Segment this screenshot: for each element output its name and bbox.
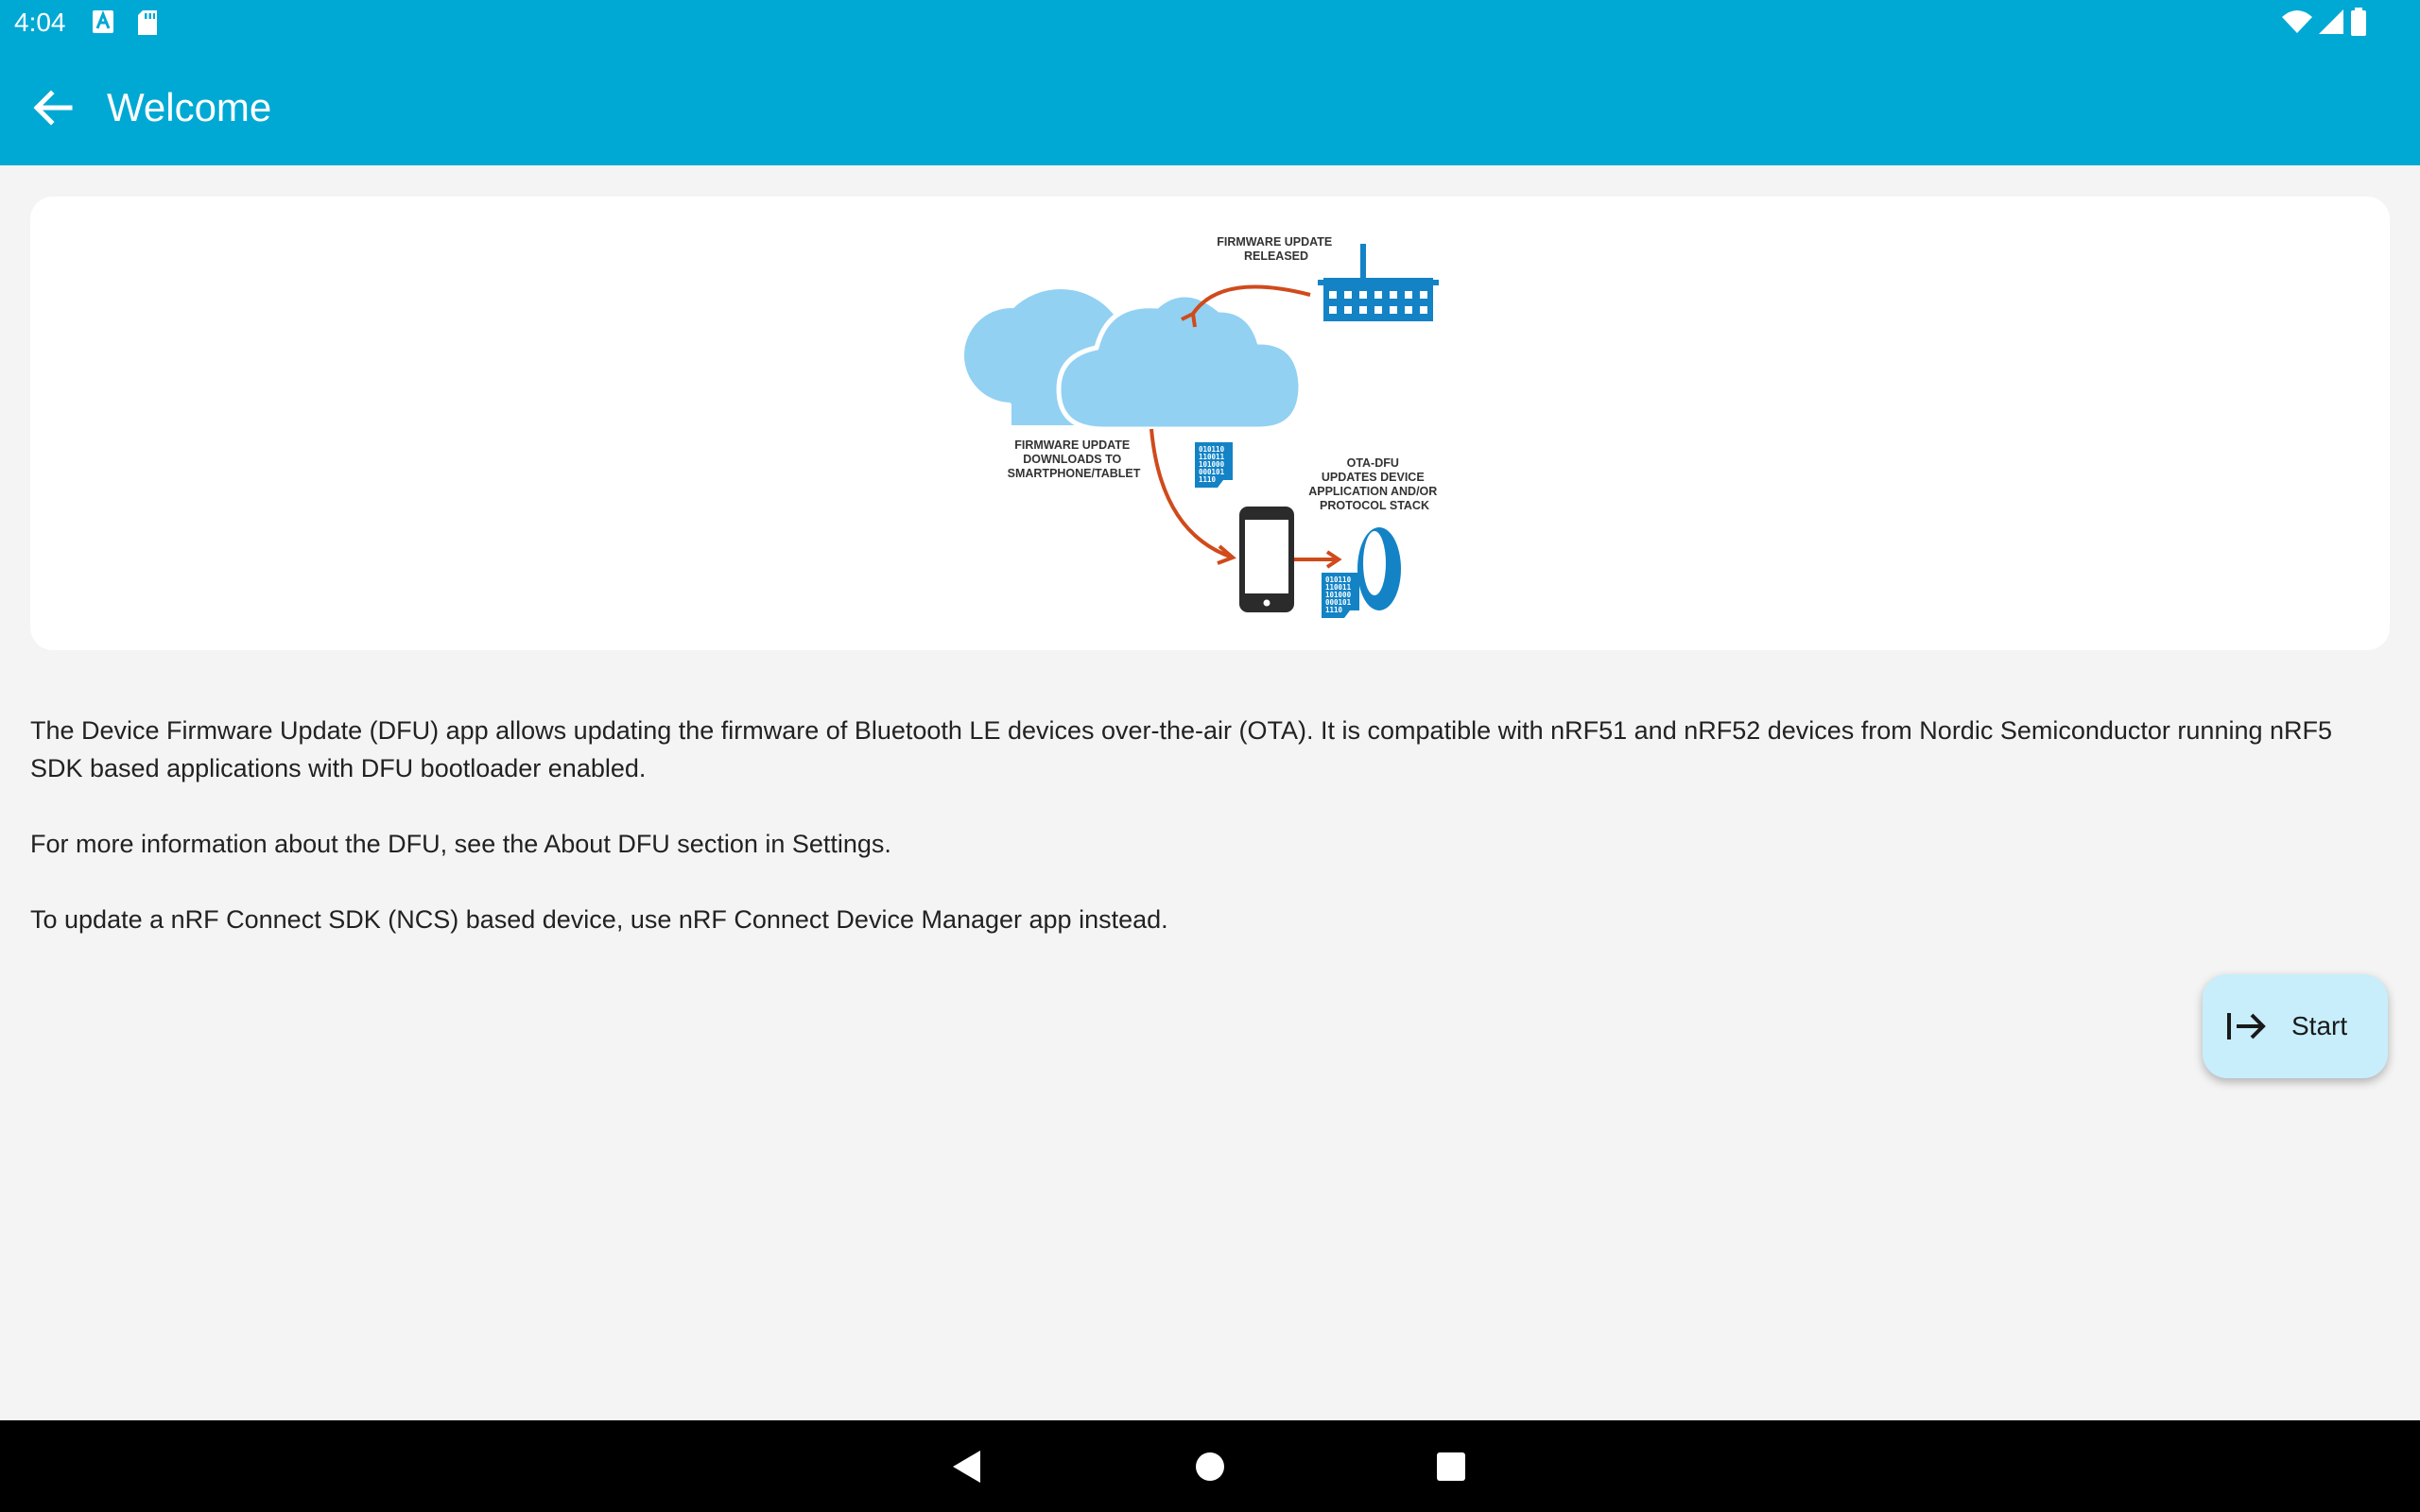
smartphone-icon bbox=[1239, 507, 1294, 612]
a-badge-icon bbox=[93, 9, 113, 33]
label-downloads: FIRMWARE UPDATE DOWNLOADS TO SMARTPHONE/… bbox=[1008, 438, 1141, 480]
wearable-device-icon bbox=[1357, 527, 1401, 610]
settings-info-paragraph: For more information about the DFU, see … bbox=[30, 830, 891, 858]
back-arrow-icon[interactable] bbox=[28, 83, 78, 132]
binary-file-icon: 010110 110011 101000 000101 1110 bbox=[1195, 442, 1233, 488]
status-bar: 4:04 bbox=[0, 0, 2420, 45]
wifi-icon bbox=[2282, 10, 2312, 33]
home-circle-icon[interactable] bbox=[1188, 1445, 1232, 1488]
binary-file-icon: 010110 110011 101000 000101 1110 bbox=[1322, 573, 1359, 618]
ncs-info-paragraph: To update a nRF Connect SDK (NCS) based … bbox=[30, 905, 1168, 934]
app-bar: Welcome bbox=[0, 45, 2420, 165]
signal-icon bbox=[2319, 9, 2343, 34]
sd-card-icon bbox=[138, 10, 157, 35]
back-triangle-icon[interactable] bbox=[945, 1445, 989, 1488]
status-time: 4:04 bbox=[14, 8, 66, 37]
start-button[interactable]: Start bbox=[2203, 974, 2388, 1078]
start-arrow-icon bbox=[2227, 1013, 2266, 1040]
recents-square-icon[interactable] bbox=[1429, 1445, 1473, 1488]
description-paragraph: The Device Firmware Update (DFU) app all… bbox=[30, 716, 2333, 782]
battery-icon bbox=[2351, 8, 2366, 36]
illustration-card: 010110 110011 101000 000101 1110 010110 … bbox=[30, 197, 2390, 650]
page-title: Welcome bbox=[107, 85, 272, 129]
cloud-icon bbox=[964, 289, 1304, 432]
system-nav-bar bbox=[0, 1420, 2420, 1512]
label-released: FIRMWARE UPDATE RELEASED bbox=[1217, 235, 1335, 263]
label-ota-dfu: OTA-DFU UPDATES DEVICE APPLICATION AND/O… bbox=[1308, 456, 1441, 512]
dfu-illustration: 010110 110011 101000 000101 1110 010110 … bbox=[964, 235, 1441, 618]
start-button-label: Start bbox=[2291, 1011, 2348, 1040]
factory-icon bbox=[1318, 244, 1439, 321]
